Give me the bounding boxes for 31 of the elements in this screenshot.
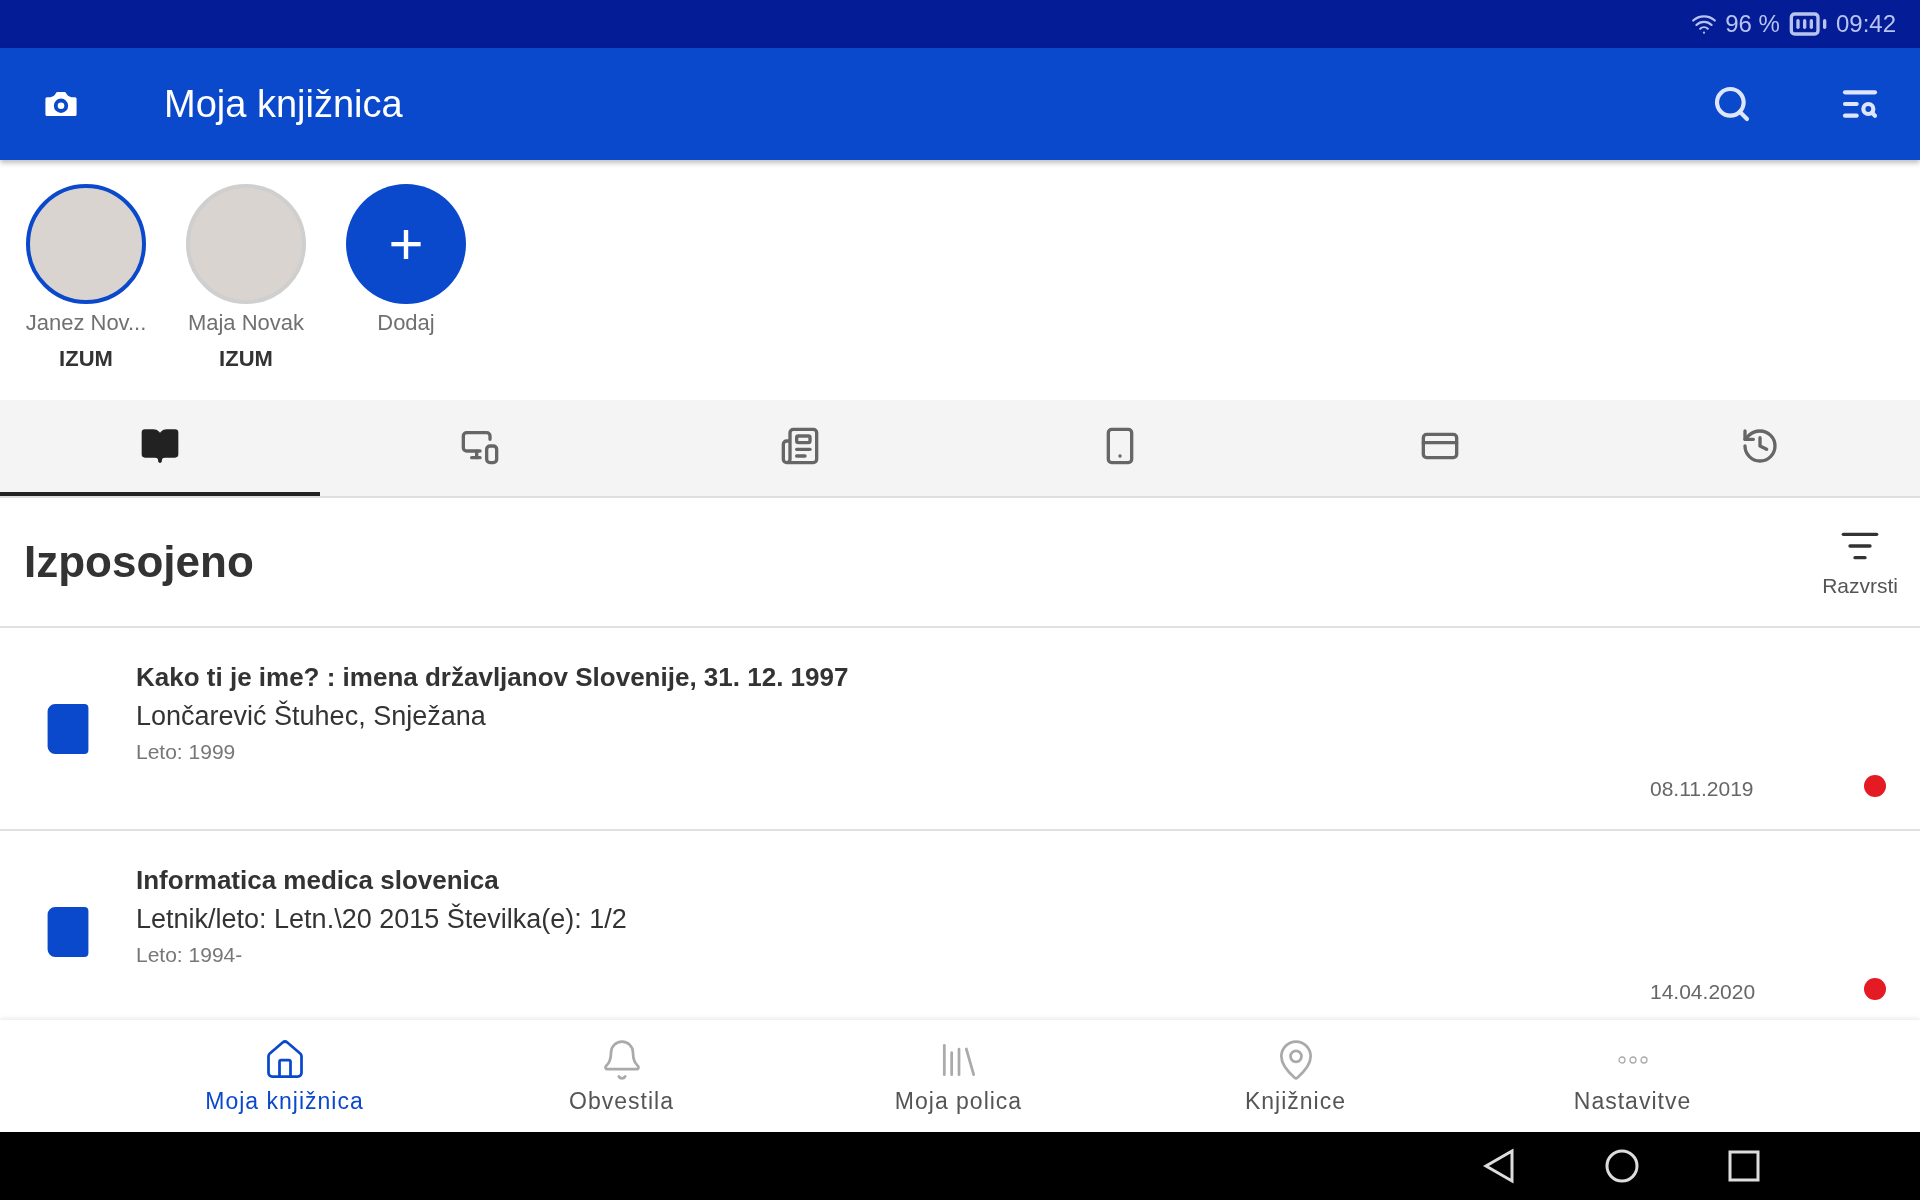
battery-percent: 96 % [1725,10,1780,38]
newspaper-icon [780,426,820,466]
loan-subtitle: Letnik/leto: Letn.\20 2015 Številka(e): 1/2 [136,904,628,935]
nav-item[interactable]: Knjižnice [1127,1020,1464,1132]
due-date: 08.11.2019 [1650,777,1755,802]
app-title: Moja knjižnica [164,82,404,126]
loan-year: Leto: 1999 [136,740,237,764]
profile-name: Janez Nov... [25,310,147,336]
nav-item[interactable]: Nastavitve [1464,1020,1801,1132]
nav-item[interactable]: Obvestila [453,1020,790,1132]
section-title: Izposojeno [24,537,254,587]
loan-year: Leto: 1994- [136,943,244,967]
search-icon [1712,84,1752,124]
loan-title[interactable]: Kako ti je ime? : imena državljanov Slovenije, 31. 12. 1997 [136,662,1650,693]
home-button[interactable] [1604,1148,1640,1184]
loan-subtitle: Lončarević Štuhec, Snježana [136,701,487,732]
loan-title[interactable]: Informatica medica slovenica [136,865,1650,896]
add-label: Dodaj [377,310,435,336]
history-icon [1740,426,1780,466]
profile-name: Maja Novak [187,310,305,336]
nav-item[interactable]: Moja polica [790,1020,1127,1132]
sort-button[interactable]: Razvrsti [1816,525,1904,599]
due-date: 14.04.2020 [1650,980,1757,1005]
nav-item[interactable]: Moja knjižnica [116,1020,453,1132]
add-profile-button[interactable]: + [346,184,466,304]
back-button[interactable] [1482,1148,1516,1184]
profile-library: IZUM [59,346,113,372]
more-icon [1617,1055,1648,1064]
recents-button[interactable] [1728,1150,1760,1182]
profile-library: IZUM [219,346,273,372]
clock-time: 09:42 [1835,10,1896,38]
